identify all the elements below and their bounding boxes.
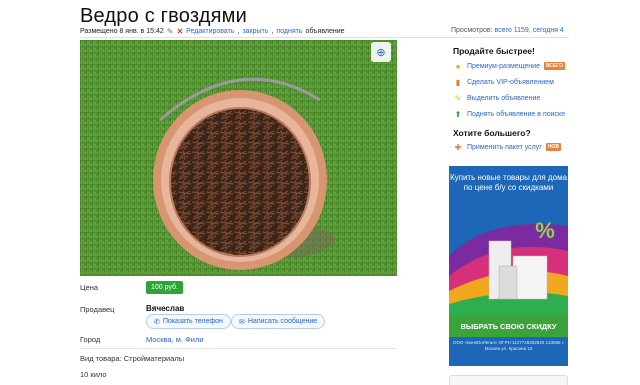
header-divider	[80, 37, 569, 38]
show-phone-button[interactable]: ✆ Показать телефон	[146, 314, 231, 329]
actions-suffix: объявление	[305, 28, 345, 35]
listing-photo[interactable]	[80, 40, 397, 276]
close-icon: ✕	[176, 27, 184, 36]
zoom-icon[interactable]: ⊕	[371, 42, 391, 62]
views-total[interactable]: всего 1159	[494, 27, 528, 34]
views-counter: Просмотров: всего 1159, сегодня 4	[451, 27, 564, 34]
write-message-button[interactable]: ✉ Написать сообщение	[231, 314, 326, 329]
premium-badge: ВСЕГО	[543, 62, 566, 70]
city-link[interactable]: Москва, м. Фили	[146, 335, 204, 344]
price-value: 100 руб.	[146, 281, 183, 294]
service-highlight[interactable]: ✎ Выделить объявление	[453, 93, 541, 103]
seller-label: Продавец	[80, 305, 115, 314]
ad-cta-button[interactable]: ВЫБРАТЬ СВОЮ СКИДКУ	[449, 315, 568, 337]
price-label: Цена	[80, 283, 99, 292]
raise-link[interactable]: поднять	[276, 28, 302, 35]
seller-name: Вячеслав	[146, 304, 185, 313]
sidebar-bottom-widget	[449, 375, 568, 385]
posted-date: Размещено 8 янв. в 15:42	[80, 28, 164, 35]
vip-icon: ▮	[455, 77, 461, 87]
city-label: Город	[80, 335, 101, 344]
highlight-icon: ✎	[454, 93, 462, 103]
details-divider	[80, 348, 397, 349]
envelope-icon: ✉	[239, 318, 245, 326]
ad-headline: Купить новые товары для дома по цене б/у…	[449, 173, 568, 192]
service-vip[interactable]: ▮ Сделать VIP-объявлением	[453, 77, 554, 87]
raise-icon: ⬆	[454, 109, 462, 119]
sell-faster-heading: Продайте быстрее!	[453, 46, 535, 56]
phone-icon: ✆	[154, 318, 160, 326]
views-today[interactable]: сегодня 4	[533, 27, 564, 34]
svg-text:%: %	[535, 218, 555, 243]
close-link[interactable]: закрыть	[242, 28, 268, 35]
pencil-icon: ✎	[166, 27, 174, 36]
premium-icon: ●	[455, 61, 461, 71]
ad-banner[interactable]: % Купить новые товары для дома по цене б…	[449, 166, 568, 366]
listing-title: Ведро с гвоздями	[80, 5, 247, 27]
item-description: 10 кило	[80, 370, 107, 379]
package-badge: НОВ	[545, 143, 561, 151]
edit-link[interactable]: Редактировать	[186, 28, 234, 35]
service-premium[interactable]: ● Премиум-размещение ВСЕГО	[453, 61, 566, 71]
ad-legal: ООО «БэнкОнЛегал» ОГРН 1127746262920 123…	[452, 340, 565, 351]
bucket-of-nails-image	[80, 40, 397, 276]
want-more-heading: Хотите большего?	[453, 128, 531, 138]
item-type: Вид товара: Стройматериалы	[80, 354, 185, 363]
service-raise[interactable]: ⬆ Поднять объявление в поиске	[453, 109, 565, 119]
listing-meta: Размещено 8 янв. в 15:42 ✎ ✕ Редактирова…	[80, 27, 345, 36]
service-package[interactable]: ✚ Применить пакет услуг НОВ	[453, 142, 561, 152]
package-icon: ✚	[454, 142, 462, 152]
